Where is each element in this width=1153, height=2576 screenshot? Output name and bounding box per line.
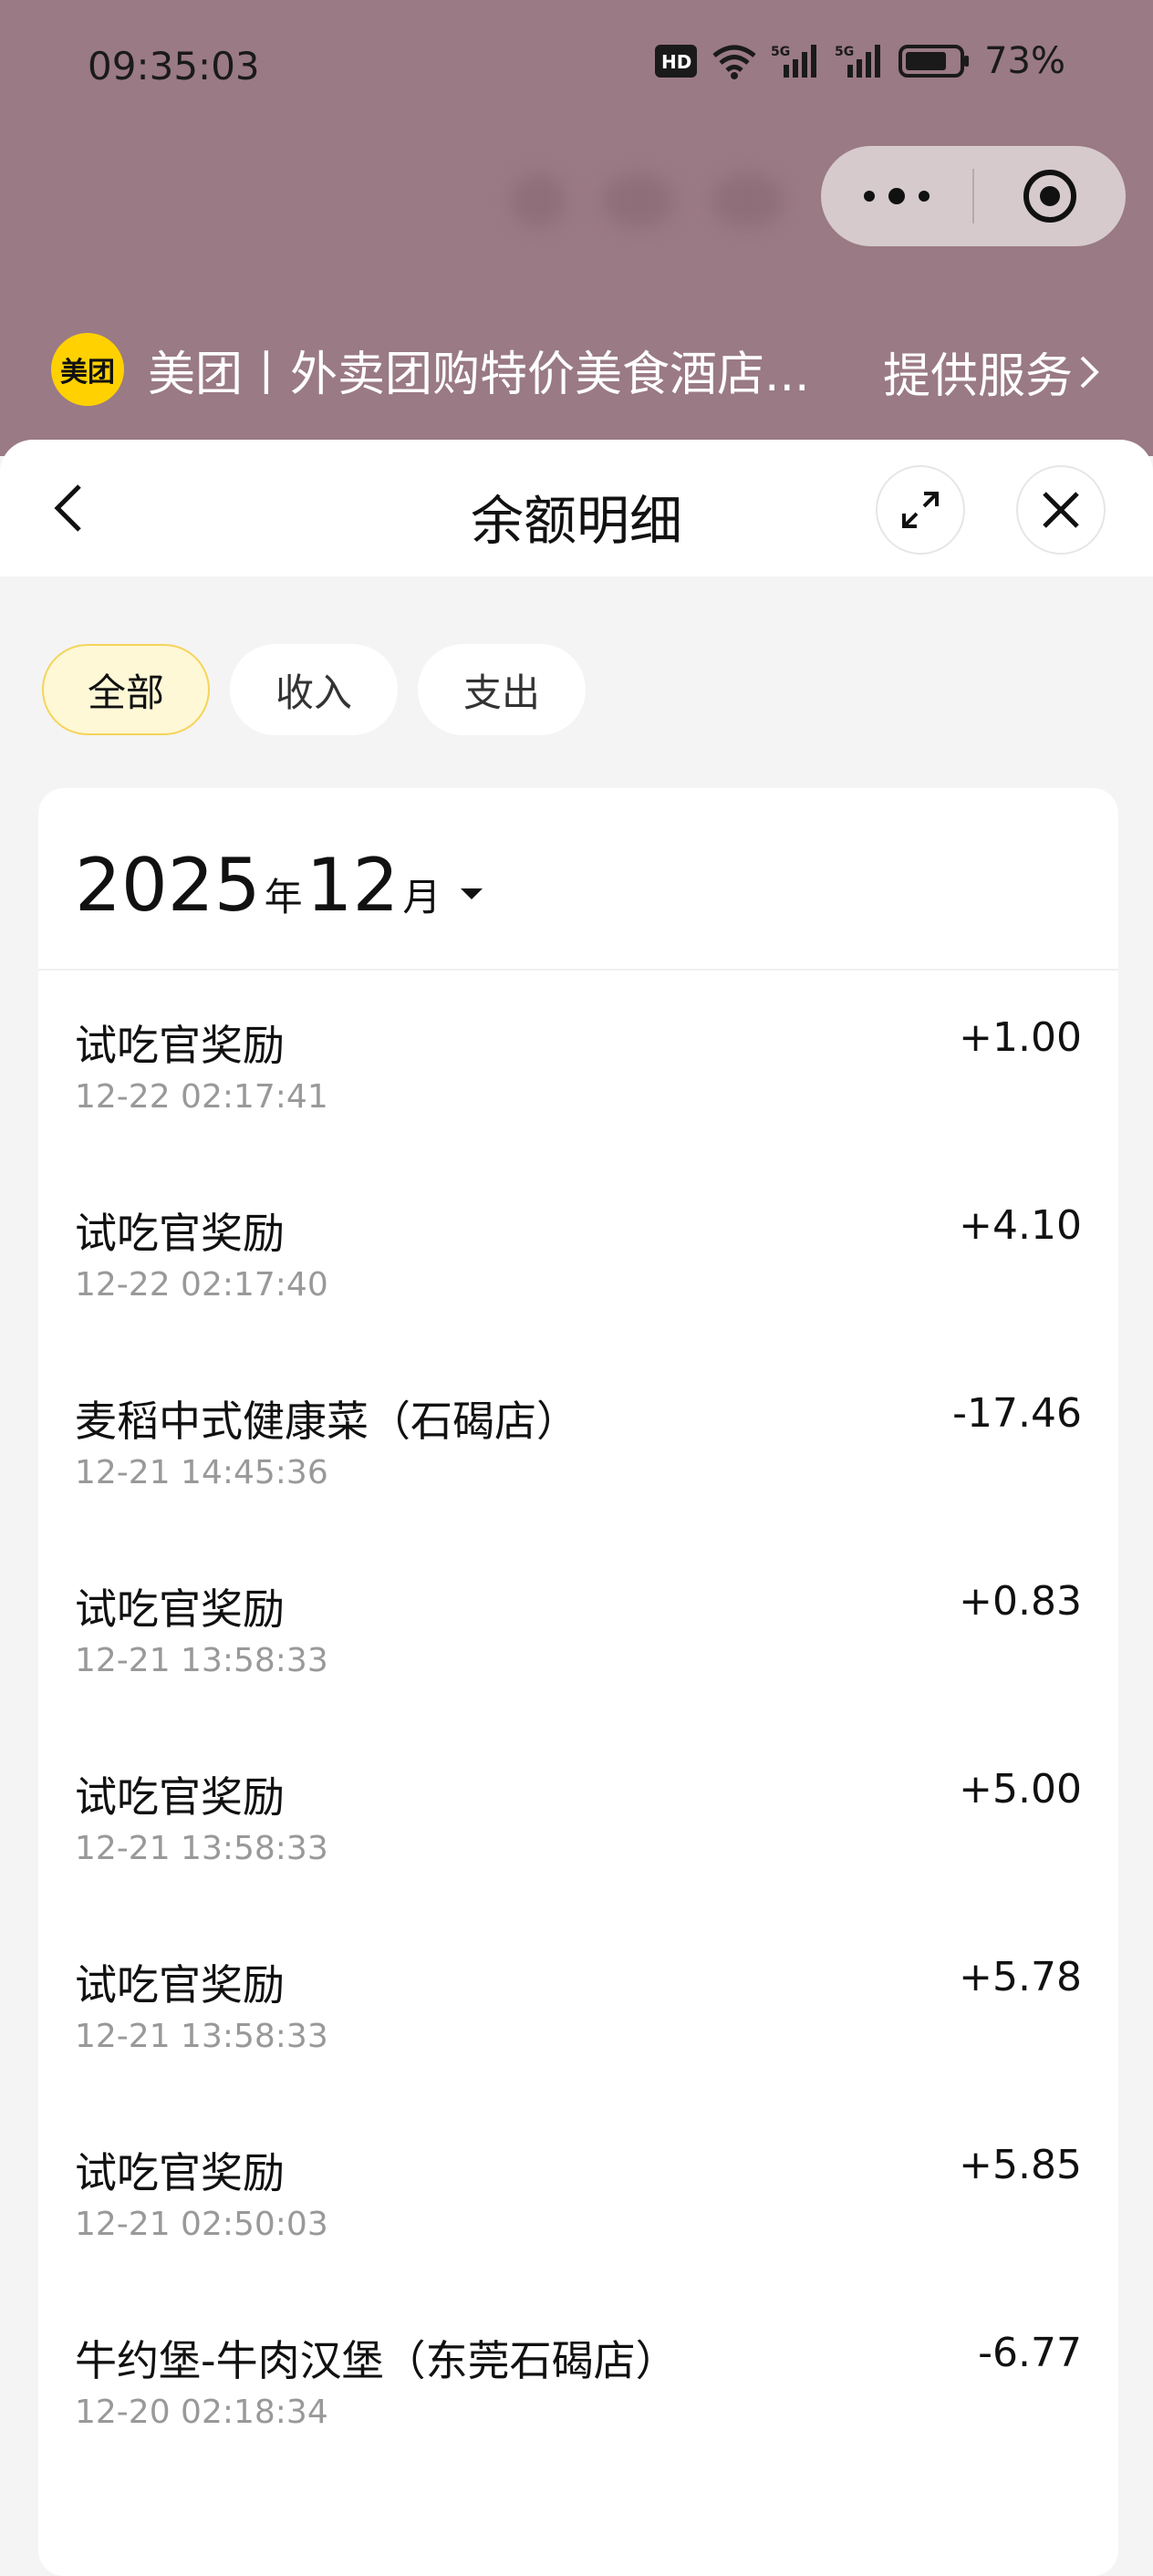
transaction-time: 12-21 14:45:36 [75,1454,328,1491]
transaction-row[interactable]: 试吃官奖励 12-21 13:58:33 +5.78 [38,1910,1118,2098]
svg-text:5G: 5G [835,45,854,59]
transaction-amount: +5.85 [959,2142,1082,2188]
provider-bar[interactable]: 美团 美团丨外卖团购特价美食酒店... 提供服务 [51,328,1100,410]
close-button[interactable] [1016,465,1106,555]
month-value: 12 [306,843,400,928]
transaction-title: 试吃官奖励 [75,1960,285,2010]
status-icons: HD 5G 5G 73% [654,40,1065,82]
filter-all[interactable]: 全部 [42,644,210,735]
filter-expense[interactable]: 支出 [418,644,586,735]
expand-button[interactable] [876,465,965,555]
transaction-time: 12-22 02:17:40 [75,1266,328,1304]
transaction-time: 12-21 13:58:33 [75,2018,328,2055]
transaction-amount: +0.83 [959,1578,1082,1625]
service-link[interactable]: 提供服务 [883,338,1100,406]
transaction-row[interactable]: 试吃官奖励 12-21 13:58:33 +5.00 [38,1722,1118,1910]
meituan-logo: 美团 [51,333,124,406]
transaction-amount: +5.78 [959,1954,1082,2000]
transaction-time: 12-21 02:50:03 [75,2206,328,2243]
blurred-icon [511,173,566,228]
transaction-time: 12-22 02:17:41 [75,1078,328,1116]
transaction-title: 试吃官奖励 [75,2148,285,2197]
battery-icon [899,41,971,81]
transaction-amount: +5.00 [959,1766,1082,1813]
expand-icon [902,492,939,528]
transaction-time: 12-21 13:58:33 [75,1830,328,1867]
transaction-row[interactable]: 试吃官奖励 12-21 13:58:33 +0.83 [38,1534,1118,1722]
5g-signal-icon: 5G [771,41,822,81]
close-icon [1043,492,1079,528]
year-unit: 年 [264,875,303,919]
blurred-icon [602,173,675,228]
page-title: 余额明细 [470,490,682,552]
transaction-time: 12-21 13:58:33 [75,1642,328,1679]
transaction-amount: +1.00 [959,1014,1082,1061]
svg-text:HD: HD [661,51,691,73]
month-selector[interactable]: 2025 年 12 月 [38,788,1118,971]
transaction-amount: +4.10 [959,1202,1082,1249]
mini-program-capsule [821,146,1126,246]
svg-text:5G: 5G [771,45,790,59]
target-icon [1023,170,1076,223]
transaction-card: 2025 年 12 月 试吃官奖励 12-22 02:17:41 +1.00 试… [38,788,1118,2576]
filter-income[interactable]: 收入 [230,644,398,735]
status-time: 09:35:03 [88,44,260,88]
close-mini-program-button[interactable] [974,146,1126,246]
transaction-title: 试吃官奖励 [75,1772,285,1822]
month-unit: 月 [402,875,441,919]
transaction-amount: -17.46 [952,1390,1082,1437]
hd-icon: HD [654,41,698,81]
more-button[interactable] [821,146,972,246]
transaction-row[interactable]: 试吃官奖励 12-22 02:17:41 +1.00 [38,971,1118,1158]
status-bar: 09:35:03 HD 5G 5G 73% [0,0,1153,137]
transaction-title: 麦稻中式健康菜（石碣店） [75,1397,578,1446]
wifi-icon [711,41,758,81]
transaction-title: 牛约堡-牛肉汉堡（东莞石碣店） [75,2336,678,2385]
chevron-right-icon [1080,356,1099,388]
5g-signal-icon: 5G [835,41,886,81]
transaction-title: 试吃官奖励 [75,1584,285,1634]
transaction-row[interactable]: 试吃官奖励 12-21 02:50:03 +5.85 [38,2098,1118,2286]
caret-down-icon [461,888,483,899]
transaction-row[interactable]: 麦稻中式健康菜（石碣店） 12-21 14:45:36 -17.46 [38,1346,1118,1534]
battery-percent: 73% [984,40,1065,82]
filter-tabs: 全部 收入 支出 [42,644,586,735]
transaction-row[interactable]: 牛约堡-牛肉汉堡（东莞石碣店） 12-20 02:18:34 -6.77 [38,2286,1118,2474]
transaction-title: 试吃官奖励 [75,1209,285,1258]
year-value: 2025 [75,843,261,928]
more-dots-icon [864,188,930,204]
transaction-title: 试吃官奖励 [75,1021,285,1070]
transaction-amount: -6.77 [978,2330,1082,2376]
provider-name: 美团丨外卖团购特价美食酒店... [148,347,805,402]
service-label: 提供服务 [882,349,1073,404]
transaction-time: 12-20 02:18:34 [75,2394,328,2431]
blurred-icon [712,173,784,228]
sheet-header: 余额明细 [0,440,1153,576]
transaction-row[interactable]: 试吃官奖励 12-22 02:17:40 +4.10 [38,1158,1118,1346]
